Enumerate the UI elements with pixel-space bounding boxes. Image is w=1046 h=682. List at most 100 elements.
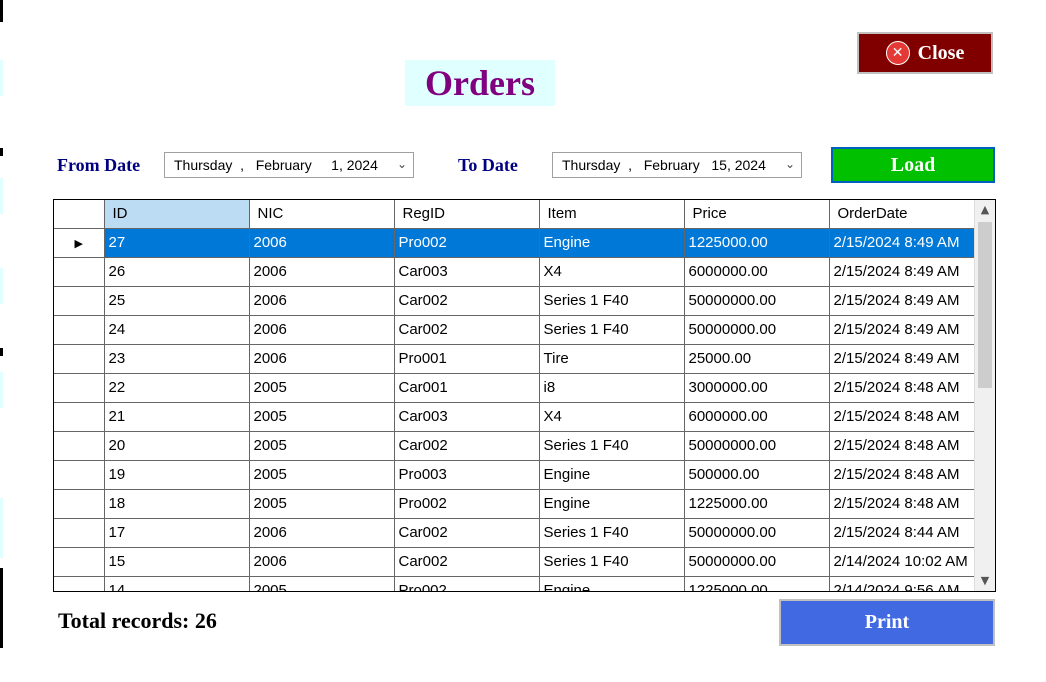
- table-cell[interactable]: Series 1 F40: [539, 547, 685, 577]
- print-button[interactable]: Print: [779, 599, 995, 646]
- scroll-up-icon[interactable]: ▲: [975, 200, 995, 220]
- table-cell[interactable]: 21: [104, 402, 250, 432]
- table-cell[interactable]: 500000.00: [684, 460, 830, 490]
- table-cell[interactable]: 2006: [249, 547, 395, 577]
- table-row[interactable]: 14 2005 Pro002 Engine 1225000.00 2/14/2024 9:…: [54, 576, 976, 591]
- table-row[interactable]: 18 2005 Pro002 Engine 1225000.00 2/15/2024 8:…: [54, 489, 976, 519]
- row-header[interactable]: [54, 518, 105, 548]
- table-cell[interactable]: 50000000.00: [684, 518, 830, 548]
- row-header[interactable]: [54, 431, 105, 461]
- table-row[interactable]: 17 2006 Car002 Series 1 F40 50000000.00 2/15/…: [54, 518, 976, 548]
- table-cell[interactable]: 20: [104, 431, 250, 461]
- table-cell[interactable]: Engine: [539, 489, 685, 519]
- table-cell[interactable]: 15: [104, 547, 250, 577]
- table-cell[interactable]: 24: [104, 315, 250, 345]
- table-cell[interactable]: Car003: [394, 402, 540, 432]
- table-cell[interactable]: 2005: [249, 373, 395, 403]
- table-cell[interactable]: 3000000.00: [684, 373, 830, 403]
- table-cell[interactable]: 23: [104, 344, 250, 374]
- table-cell[interactable]: Pro003: [394, 460, 540, 490]
- table-row[interactable]: 21 2005 Car003 X4 6000000.00 2/15/2024 8:48 A…: [54, 402, 976, 432]
- table-cell[interactable]: 2005: [249, 402, 395, 432]
- table-cell[interactable]: 25000.00: [684, 344, 830, 374]
- table-cell[interactable]: Pro001: [394, 344, 540, 374]
- column-header-price[interactable]: Price: [684, 200, 830, 229]
- table-cell[interactable]: 14: [104, 576, 250, 591]
- table-cell[interactable]: 2/14/2024 9:56 AM: [829, 576, 976, 591]
- row-header[interactable]: ▶: [54, 228, 105, 258]
- row-header[interactable]: [54, 576, 105, 591]
- table-cell[interactable]: 2/15/2024 8:48 AM: [829, 460, 976, 490]
- column-header-item[interactable]: Item: [539, 200, 685, 229]
- table-cell[interactable]: 1225000.00: [684, 576, 830, 591]
- table-cell[interactable]: 1225000.00: [684, 228, 830, 258]
- table-cell[interactable]: 6000000.00: [684, 257, 830, 287]
- row-header[interactable]: [54, 460, 105, 490]
- chevron-down-icon[interactable]: ⌄: [785, 157, 795, 171]
- table-cell[interactable]: 2005: [249, 431, 395, 461]
- table-cell[interactable]: Series 1 F40: [539, 315, 685, 345]
- table-cell[interactable]: 2/15/2024 8:48 AM: [829, 373, 976, 403]
- table-cell[interactable]: X4: [539, 402, 685, 432]
- table-row[interactable]: ▶ 27 2006 Pro002 Engine 1225000.00 2/15/2024 8…: [54, 228, 976, 258]
- table-cell[interactable]: 2/14/2024 10:02 AM: [829, 547, 976, 577]
- table-row[interactable]: 20 2005 Car002 Series 1 F40 50000000.00 2/15/…: [54, 431, 976, 461]
- table-cell[interactable]: Car002: [394, 286, 540, 316]
- table-row[interactable]: 24 2006 Car002 Series 1 F40 50000000.00 2/15/…: [54, 315, 976, 345]
- table-cell[interactable]: 50000000.00: [684, 547, 830, 577]
- orders-grid[interactable]: ID NIC RegID Item Price OrderDate ▶ 27 200…: [53, 199, 996, 592]
- column-header-orderdate[interactable]: OrderDate: [829, 200, 976, 229]
- table-cell[interactable]: Series 1 F40: [539, 431, 685, 461]
- table-cell[interactable]: 27: [104, 228, 250, 258]
- row-header[interactable]: [54, 402, 105, 432]
- table-cell[interactable]: Car002: [394, 518, 540, 548]
- table-cell[interactable]: 2/15/2024 8:49 AM: [829, 315, 976, 345]
- column-header-id[interactable]: ID: [104, 200, 250, 229]
- table-cell[interactable]: Series 1 F40: [539, 286, 685, 316]
- table-cell[interactable]: 2005: [249, 489, 395, 519]
- table-cell[interactable]: Car002: [394, 315, 540, 345]
- row-header[interactable]: [54, 489, 105, 519]
- from-date-picker[interactable]: Thursday , February 1, 2024 ⌄: [164, 152, 414, 178]
- table-row[interactable]: 26 2006 Car003 X4 6000000.00 2/15/2024 8:49 A…: [54, 257, 976, 287]
- vertical-scrollbar[interactable]: ▲ ▼: [974, 200, 995, 591]
- table-cell[interactable]: X4: [539, 257, 685, 287]
- row-header[interactable]: [54, 286, 105, 316]
- table-cell[interactable]: Pro002: [394, 576, 540, 591]
- table-cell[interactable]: 2006: [249, 286, 395, 316]
- column-header-nic[interactable]: NIC: [249, 200, 395, 229]
- load-button[interactable]: Load: [831, 147, 995, 183]
- chevron-down-icon[interactable]: ⌄: [397, 157, 407, 171]
- table-cell[interactable]: 2006: [249, 344, 395, 374]
- row-header[interactable]: [54, 373, 105, 403]
- table-cell[interactable]: 17: [104, 518, 250, 548]
- table-cell[interactable]: 18: [104, 489, 250, 519]
- table-cell[interactable]: 2/15/2024 8:48 AM: [829, 489, 976, 519]
- scroll-down-icon[interactable]: ▼: [975, 571, 995, 591]
- close-button[interactable]: ✕ Close: [857, 32, 993, 74]
- row-header[interactable]: [54, 315, 105, 345]
- to-date-picker[interactable]: Thursday , February 15, 2024 ⌄: [552, 152, 802, 178]
- table-cell[interactable]: 2/15/2024 8:49 AM: [829, 286, 976, 316]
- table-cell[interactable]: 6000000.00: [684, 402, 830, 432]
- table-cell[interactable]: 2006: [249, 315, 395, 345]
- table-cell[interactable]: 2/15/2024 8:44 AM: [829, 518, 976, 548]
- scrollbar-thumb[interactable]: [978, 222, 992, 388]
- row-header[interactable]: [54, 257, 105, 287]
- table-cell[interactable]: 26: [104, 257, 250, 287]
- table-cell[interactable]: Car001: [394, 373, 540, 403]
- table-cell[interactable]: 2006: [249, 228, 395, 258]
- table-row[interactable]: 15 2006 Car002 Series 1 F40 50000000.00 2/14/…: [54, 547, 976, 577]
- table-cell[interactable]: 1225000.00: [684, 489, 830, 519]
- table-row[interactable]: 23 2006 Pro001 Tire 25000.00 2/15/2024 8:49 A…: [54, 344, 976, 374]
- table-cell[interactable]: 50000000.00: [684, 431, 830, 461]
- table-cell[interactable]: Pro002: [394, 489, 540, 519]
- table-row[interactable]: 25 2006 Car002 Series 1 F40 50000000.00 2/15/…: [54, 286, 976, 316]
- table-cell[interactable]: 2/15/2024 8:48 AM: [829, 431, 976, 461]
- table-cell[interactable]: Engine: [539, 576, 685, 591]
- table-cell[interactable]: Engine: [539, 228, 685, 258]
- row-header[interactable]: [54, 344, 105, 374]
- table-cell[interactable]: 25: [104, 286, 250, 316]
- table-cell[interactable]: Engine: [539, 460, 685, 490]
- table-cell[interactable]: 2/15/2024 8:49 AM: [829, 228, 976, 258]
